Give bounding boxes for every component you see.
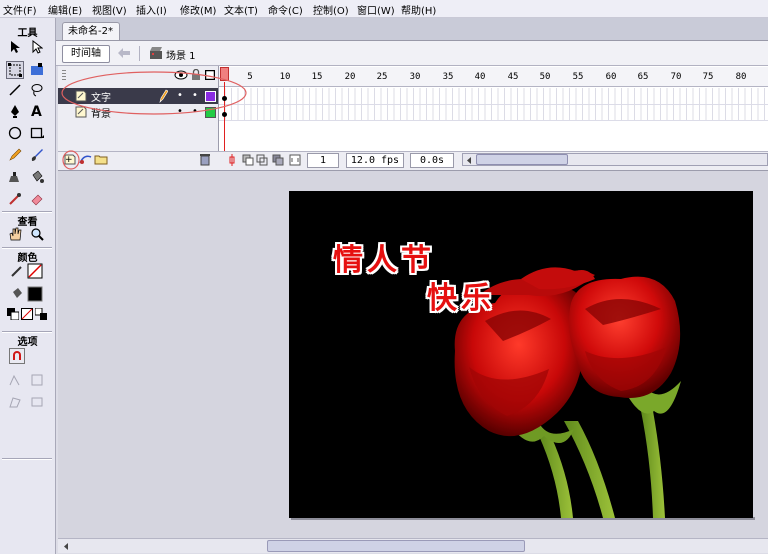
scroll-left-arrow-icon[interactable] [62, 541, 70, 554]
lasso-tool-icon[interactable] [28, 81, 46, 99]
stage-text-line2[interactable]: 快乐 [427, 273, 495, 317]
stroke-color-icon[interactable] [8, 262, 26, 280]
timeline-hscroll-thumb[interactable] [476, 154, 568, 165]
add-guide-layer-icon[interactable] [79, 153, 93, 169]
frame-number: 10 [279, 72, 291, 82]
scroll-left-arrow-icon[interactable] [465, 155, 473, 168]
eraser-tool-icon[interactable] [28, 190, 46, 208]
text-tool-icon[interactable]: A [28, 102, 46, 120]
smooth-option-icon [6, 371, 24, 389]
stage-hscroll-thumb[interactable] [267, 540, 525, 552]
menu-control[interactable]: 控制(O) [313, 2, 349, 17]
menu-file[interactable]: 文件(F) [3, 2, 37, 17]
menu-window[interactable]: 窗口(W) [357, 2, 395, 17]
frame-number: 25 [376, 72, 388, 82]
snap-magnet-icon[interactable] [8, 347, 26, 365]
menu-edit[interactable]: 编辑(E) [48, 2, 82, 17]
frame-number: 80 [735, 72, 747, 82]
tools-title: 工具 [17, 28, 38, 39]
annotation-ellipse [61, 71, 247, 115]
timeline-toggle-button[interactable]: 时间轴 [62, 45, 110, 63]
edit-multiple-frames-icon[interactable] [272, 154, 284, 169]
menu-modify[interactable]: 修改(M) [180, 2, 216, 17]
center-frame-icon[interactable] [227, 154, 237, 169]
frame-number: 50 [539, 72, 551, 82]
menu-insert[interactable]: 插入(I) [136, 2, 167, 17]
elapsed-time-field[interactable]: 0.0s [410, 153, 454, 168]
hand-tool-icon[interactable] [6, 225, 24, 243]
frame-number: 75 [702, 72, 714, 82]
onion-skin-icon[interactable] [242, 154, 254, 169]
frame-number: 55 [572, 72, 584, 82]
free-transform-tool-icon[interactable] [6, 61, 24, 79]
oval-tool-icon[interactable] [6, 124, 24, 142]
stroke-color-swatch[interactable] [26, 262, 44, 280]
frame-number: 15 [311, 72, 323, 82]
layer-frames-text[interactable] [219, 88, 768, 105]
frame-rate-field[interactable]: 12.0 fps [346, 153, 404, 168]
frame-number: 45 [507, 72, 519, 82]
ink-bottle-tool-icon[interactable] [6, 168, 24, 186]
fill-color-icon[interactable] [8, 285, 26, 303]
distort-option-icon [28, 393, 46, 411]
document-tab[interactable]: 未命名-2* [62, 22, 120, 40]
scale-option-icon [6, 393, 24, 411]
menu-help[interactable]: 帮助(H) [401, 2, 436, 17]
fill-transform-tool-icon[interactable] [28, 61, 46, 79]
frame-number: 60 [605, 72, 617, 82]
frame-number: 40 [474, 72, 486, 82]
menu-bar: 文件(F) 编辑(E) 视图(V) 插入(I) 修改(M) 文本(T) 命令(C… [0, 0, 768, 18]
rectangle-tool-icon[interactable] [28, 124, 46, 142]
frame-number: 20 [344, 72, 356, 82]
stage-text-line1[interactable]: 情人节 [333, 235, 435, 279]
swap-colors-icon[interactable] [32, 305, 50, 323]
frame-number: 30 [409, 72, 421, 82]
menu-view[interactable]: 视图(V) [92, 2, 127, 17]
pen-tool-icon[interactable] [6, 102, 24, 120]
menu-commands[interactable]: 命令(C) [268, 2, 303, 17]
menu-text[interactable]: 文本(T) [224, 2, 258, 17]
toolbox: 工具 A 查看 颜色 选项 [0, 18, 56, 554]
zoom-tool-icon[interactable] [28, 225, 46, 243]
frame-number: 5 [247, 72, 253, 82]
svg-text:A: A [31, 104, 42, 118]
pencil-tool-icon[interactable] [6, 146, 24, 164]
line-tool-icon[interactable] [6, 81, 24, 99]
frames-header[interactable]: 1 5 10 15 20 25 30 35 40 45 50 55 60 65 … [219, 67, 768, 87]
insert-folder-icon[interactable] [94, 153, 108, 169]
eyedropper-tool-icon[interactable] [6, 190, 24, 208]
options-title: 选项 [17, 337, 38, 348]
paint-bucket-tool-icon[interactable] [28, 168, 46, 186]
stage[interactable]: 情人节 快乐 [289, 191, 753, 518]
frame-number: 65 [637, 72, 649, 82]
trash-icon[interactable] [199, 153, 211, 169]
frame-number: 35 [442, 72, 454, 82]
current-frame-field[interactable]: 1 [307, 153, 339, 168]
document-tab-bar [56, 18, 768, 41]
frame-number: 70 [670, 72, 682, 82]
modify-onion-markers-icon[interactable] [289, 154, 301, 169]
arrow-tool-icon[interactable] [6, 38, 24, 56]
edit-bar-divider [139, 46, 140, 61]
scene-label[interactable]: 场景 1 [166, 47, 196, 62]
fill-color-swatch[interactable] [26, 285, 44, 303]
scene-clapper-icon [149, 46, 163, 63]
subselect-tool-icon[interactable] [28, 38, 46, 56]
layer-frames-background[interactable] [219, 104, 768, 121]
back-arrow-icon[interactable] [116, 46, 132, 63]
rotate-option-icon [28, 371, 46, 389]
brush-tool-icon[interactable] [28, 146, 46, 164]
onion-skin-outline-icon[interactable] [256, 154, 268, 169]
toolbox-separator [2, 458, 52, 460]
annotation-circle [62, 150, 80, 170]
